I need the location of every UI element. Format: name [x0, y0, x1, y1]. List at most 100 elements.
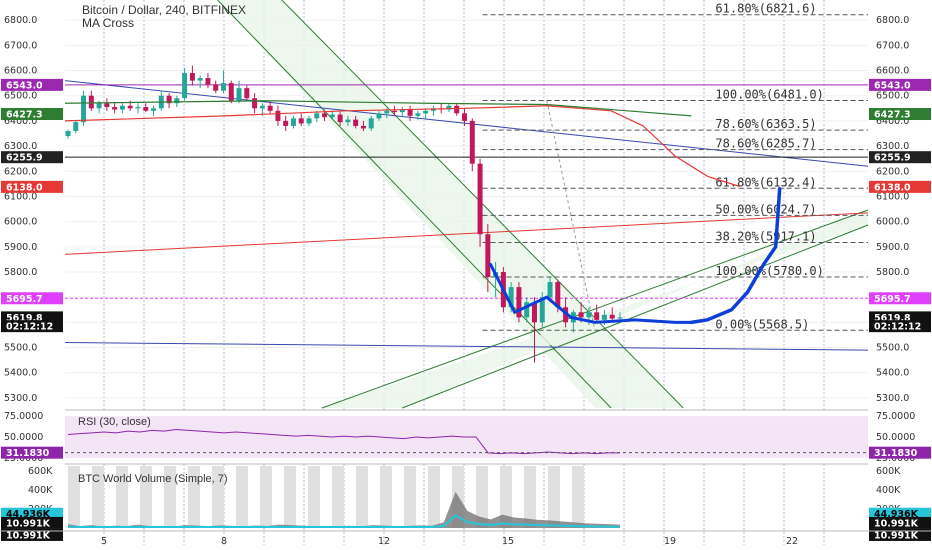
fib-level-label: 0.00%(5568.5) [715, 317, 809, 331]
fib-level-label: 61.80%(6132.4) [715, 175, 816, 189]
y-tick-right: 6200.0 [876, 166, 909, 177]
candle-body [182, 73, 188, 99]
fib-level-label: 100.00%(5780.0) [715, 264, 823, 278]
candle-body [135, 107, 141, 109]
y-tick-right: 6700.0 [876, 40, 909, 51]
candle-body [314, 113, 320, 119]
candle-body [578, 312, 584, 318]
candle-body [609, 314, 615, 319]
y-tick-left: 6300.0 [4, 141, 37, 152]
candle-body [454, 105, 460, 114]
volume-value-label: 10.991K [6, 530, 51, 541]
session-shade [428, 466, 440, 528]
y-tick-left: 5800.0 [4, 267, 37, 278]
rsi-tick-left: 50.0000 [4, 432, 43, 443]
y-tick-right: 6500.0 [876, 91, 909, 102]
chart-canvas: 61.80%(6821.6) 100.00%(6481.0) 78.60%(6363… [0, 0, 932, 547]
fib-level-label: 78.60%(6363.5) [715, 117, 816, 131]
candle-body [407, 109, 413, 116]
rsi-title: RSI (30, close) [78, 416, 151, 428]
price-badge-label: 5695.7 [874, 294, 911, 305]
session-shade [356, 466, 368, 528]
y-tick-left: 6200.0 [4, 166, 37, 177]
y-tick-left: 6000.0 [4, 217, 37, 228]
vol-tick-right: 400K [876, 485, 901, 496]
candle-body [73, 122, 79, 131]
y-tick-left: 5900.0 [4, 242, 37, 253]
candle-body [290, 118, 296, 126]
vol-tick-left: 400K [28, 485, 53, 496]
session-shade [548, 466, 560, 528]
price-badge-label: 5695.7 [6, 294, 43, 305]
candle-body [96, 103, 102, 109]
session-shade [572, 466, 584, 528]
rsi-tick-right: 50.0000 [876, 432, 915, 443]
candle-body [415, 113, 421, 116]
candle-body [267, 105, 273, 111]
indicator-label: MA Cross [82, 16, 134, 30]
price-badge-label: 6543.0 [874, 80, 911, 91]
price-badge-label: 02:12:12 [6, 322, 53, 333]
candle-body [345, 119, 351, 123]
candle-body [423, 110, 429, 114]
candle-body [143, 107, 149, 111]
candle-body [306, 118, 312, 124]
price-badge-label: 02:12:12 [874, 322, 921, 333]
candle-body [189, 73, 195, 81]
candle-body [213, 84, 219, 91]
candle-body [197, 78, 203, 81]
fib-level-label: 100.00%(6481.0) [715, 87, 823, 101]
price-badge-label: 6543.0 [6, 80, 43, 91]
x-tick-label: 5 [101, 536, 107, 547]
y-tick-left: 6600.0 [4, 66, 37, 77]
session-shade [332, 466, 344, 528]
y-tick-left: 5500.0 [4, 343, 37, 354]
candle-body [485, 234, 491, 278]
candle-body [462, 113, 468, 121]
indicator-panels: RSI (30, close) BTC World Volume (Simple,… [0, 409, 932, 529]
candle-body [322, 113, 328, 118]
y-tick-left: 5400.0 [4, 368, 37, 379]
session-shade [260, 466, 272, 528]
y-tick-left: 6800.0 [4, 15, 37, 26]
rsi-tick-right: 75.0000 [876, 411, 915, 422]
price-badge-label: 6138.0 [6, 182, 43, 193]
candle-body [392, 110, 398, 113]
rsi-value-label: 31.1830 [6, 448, 50, 459]
candle-body [65, 130, 71, 136]
candle-body [259, 105, 265, 109]
y-tick-right: 5500.0 [876, 343, 909, 354]
candle-body [376, 113, 382, 119]
y-tick-right: 5300.0 [876, 393, 909, 404]
candle-body [384, 110, 390, 114]
session-shade [308, 466, 320, 528]
y-tick-left: 6500.0 [4, 91, 37, 102]
chart-title: Bitcoin / Dollar, 240, BITFINEX [82, 3, 246, 17]
x-tick-label: 12 [378, 536, 390, 547]
candle-body [127, 105, 133, 109]
candle-body [594, 312, 600, 320]
rsi-tick-left: 75.0000 [4, 411, 43, 422]
vol-tick-right: 600K [876, 466, 901, 477]
y-tick-right: 6300.0 [876, 141, 909, 152]
price-badge-label: 6255.9 [6, 153, 43, 164]
candle-body [360, 125, 366, 129]
y-tick-right: 6800.0 [876, 15, 909, 26]
candle-body [298, 118, 304, 124]
candle-body [329, 114, 335, 118]
candle-body [174, 98, 180, 104]
volume-title: BTC World Volume (Simple, 7) [78, 473, 228, 485]
candle-body [112, 107, 118, 110]
y-tick-right: 5900.0 [876, 242, 909, 253]
candle-body [244, 88, 250, 99]
candle-body [205, 78, 211, 85]
candle-body [601, 314, 607, 320]
candle-body [368, 118, 374, 129]
x-tick-label: 15 [502, 536, 514, 547]
volume-value-label: 10.991K [874, 518, 919, 529]
y-tick-left: 6700.0 [4, 40, 37, 51]
price-badge-label: 6138.0 [874, 182, 911, 193]
candle-body [119, 105, 125, 110]
fib-level-label: 78.60%(6285.7) [715, 137, 816, 151]
candle-body [469, 120, 475, 164]
